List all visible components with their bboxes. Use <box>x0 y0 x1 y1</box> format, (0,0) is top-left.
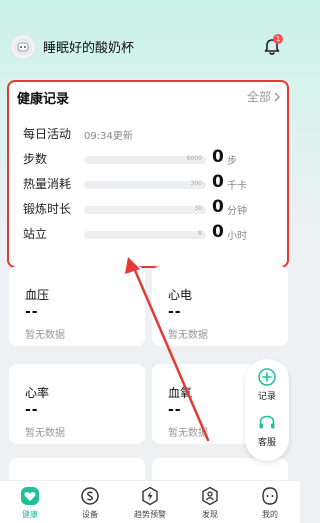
metric-progress-bar: 8 <box>84 230 206 239</box>
card-blood-pressure[interactable]: 血压 -- 暂无数据 <box>9 266 145 346</box>
metric-unit: 步 <box>227 156 237 167</box>
customer-service-button[interactable]: 客服 <box>245 413 289 459</box>
nav-label: 趋势预警 <box>134 510 166 519</box>
header: 睡眠好的酸奶杯 1 <box>0 0 300 78</box>
chevron-right-icon <box>274 92 280 101</box>
nav-item-trend-alert[interactable]: 趋势预警 <box>120 481 180 523</box>
metric-row-exercise[interactable]: 锻炼时长 30 0 分钟 <box>9 197 289 222</box>
metric-row-standing[interactable]: 站立 8 0 小时 <box>9 222 289 247</box>
nav-label: 设备 <box>82 510 98 519</box>
metric-progress-bar: 6000 <box>84 155 206 164</box>
card-title: 心率 <box>25 386 50 400</box>
health-record-card[interactable]: 健康记录 全部 每日活动 09:34更新 步数 6000 0 步 热量消耗 30… <box>7 80 289 268</box>
view-all-label: 全部 <box>246 90 271 104</box>
add-circle-icon <box>258 368 276 386</box>
card-value: -- <box>25 304 39 320</box>
card-title: 血压 <box>25 288 50 302</box>
nav-label: 发现 <box>202 510 218 519</box>
card-subtitle: 暂无数据 <box>25 428 65 439</box>
device-icon <box>80 486 100 506</box>
nav-label: 我的 <box>262 510 278 519</box>
metric-value: 0 <box>212 222 224 242</box>
nav-item-profile[interactable]: 我的 <box>240 481 300 523</box>
daily-activity-label: 每日活动 <box>23 127 72 141</box>
metric-max: 300 <box>190 180 202 187</box>
card-heart-rate[interactable]: 心率 -- 暂无数据 <box>9 364 145 444</box>
notification-badge: 1 <box>273 34 283 44</box>
nav-item-device[interactable]: 设备 <box>60 481 120 523</box>
metric-max: 30 <box>194 205 202 212</box>
customer-service-label: 客服 <box>257 438 276 448</box>
metric-row-calories[interactable]: 热量消耗 300 0 千卡 <box>9 172 289 197</box>
card-subtitle: 暂无数据 <box>25 330 65 341</box>
metric-value: 0 <box>212 172 224 192</box>
card-title: 心电 <box>168 288 193 302</box>
avatar[interactable] <box>10 34 36 60</box>
username[interactable]: 睡眠好的酸奶杯 <box>43 37 134 56</box>
card-subtitle: 暂无数据 <box>168 428 208 439</box>
card-subtitle: 暂无数据 <box>168 330 208 341</box>
nav-item-discover[interactable]: 发现 <box>180 481 240 523</box>
metric-label: 热量消耗 <box>23 177 72 191</box>
bottom-nav: 健康 设备 趋势预警 发现 我的 <box>0 480 300 523</box>
headset-icon <box>259 415 275 429</box>
metric-progress-bar: 30 <box>84 205 206 214</box>
avatar-icon <box>14 38 32 56</box>
metric-max: 8 <box>198 230 202 237</box>
card-title: 血氧 <box>168 386 193 400</box>
nav-label: 健康 <box>22 510 38 519</box>
floating-action-panel: 记录 客服 <box>245 359 289 461</box>
metric-row-steps[interactable]: 步数 6000 0 步 <box>9 147 289 172</box>
metric-unit: 千卡 <box>227 181 247 192</box>
metric-progress-bar: 300 <box>84 180 206 189</box>
metric-unit: 分钟 <box>227 206 247 217</box>
daily-update-time: 09:34更新 <box>84 131 133 142</box>
metric-max: 6000 <box>186 155 202 162</box>
card-value: -- <box>168 402 182 418</box>
metric-label: 步数 <box>23 152 48 166</box>
card-ecg[interactable]: 心电 -- 暂无数据 <box>152 266 288 346</box>
card-value: -- <box>168 304 182 320</box>
lightning-icon <box>140 486 160 506</box>
card-value: -- <box>25 402 39 418</box>
metric-value: 0 <box>212 197 224 217</box>
view-all-link[interactable]: 全部 <box>247 88 281 105</box>
record-button[interactable]: 记录 <box>245 367 289 413</box>
metric-label: 站立 <box>23 227 48 241</box>
discover-icon <box>200 486 220 506</box>
metric-unit: 小时 <box>227 231 247 242</box>
heart-icon <box>20 486 40 506</box>
health-record-title: 健康记录 <box>17 92 70 107</box>
metric-value: 0 <box>212 147 224 167</box>
profile-icon <box>260 486 280 506</box>
metric-label: 锻炼时长 <box>23 202 72 216</box>
record-label: 记录 <box>257 392 276 402</box>
nav-item-health[interactable]: 健康 <box>0 481 60 523</box>
